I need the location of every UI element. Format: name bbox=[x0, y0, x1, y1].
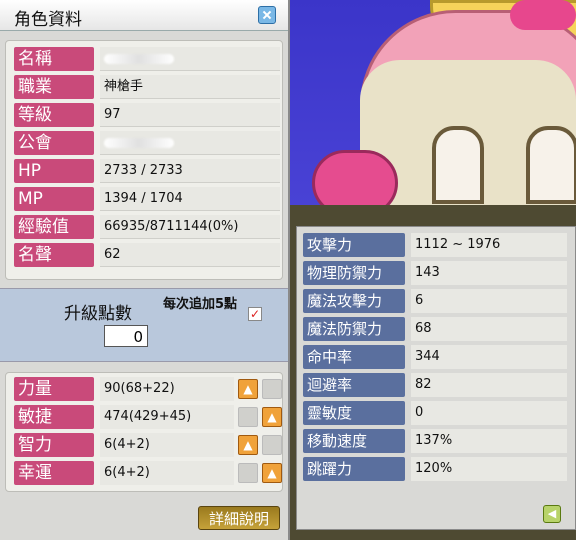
title-bar[interactable]: 角色資料 bbox=[0, 0, 288, 31]
detail-value: 6 bbox=[411, 289, 567, 313]
redacted-guild bbox=[104, 137, 174, 148]
int-up-button[interactable]: ▲ bbox=[238, 435, 258, 455]
detail-stats-window: 攻擊力 1112 ~ 1976 物理防禦力 143 魔法攻擊力 6 魔法防禦力 … bbox=[296, 226, 576, 530]
int-down-button[interactable] bbox=[262, 435, 282, 455]
info-label: 名稱 bbox=[14, 47, 94, 71]
auto-assign-checkbox[interactable]: ✓ bbox=[248, 307, 262, 321]
detail-button[interactable]: 詳細說明 bbox=[198, 506, 280, 530]
attr-label: 智力 bbox=[14, 433, 94, 457]
detail-value: 137% bbox=[411, 429, 567, 453]
detail-label: 物理防禦力 bbox=[303, 261, 405, 285]
info-value-guild bbox=[100, 131, 280, 155]
auto-assign-label: 每次追加5點 bbox=[162, 297, 238, 312]
detail-label: 攻擊力 bbox=[303, 233, 405, 257]
detail-label: 移動速度 bbox=[303, 429, 405, 453]
window-left bbox=[432, 126, 484, 204]
info-label: 名聲 bbox=[14, 243, 94, 267]
info-label: MP bbox=[14, 187, 94, 211]
window-right bbox=[526, 126, 576, 204]
detail-value: 120% bbox=[411, 457, 567, 481]
detail-label: 魔法攻擊力 bbox=[303, 289, 405, 313]
level-up-points-label: 升級點數 bbox=[64, 304, 132, 324]
dex-down-button[interactable] bbox=[238, 407, 258, 427]
luk-down-button[interactable] bbox=[238, 463, 258, 483]
info-value: 2733 / 2733 bbox=[100, 159, 280, 183]
attr-label: 力量 bbox=[14, 377, 94, 401]
attr-value: 474(429+45) bbox=[100, 405, 234, 429]
info-value: 62 bbox=[100, 243, 280, 267]
detail-value: 82 bbox=[411, 373, 567, 397]
detail-value: 0 bbox=[411, 401, 567, 425]
info-value: 97 bbox=[100, 103, 280, 127]
redacted-name bbox=[104, 53, 174, 64]
basic-info-group: 名稱 職業 神槍手 等級 97 公會 HP 2733 / 2733 MP 139… bbox=[5, 40, 283, 280]
info-label: 經驗值 bbox=[14, 215, 94, 239]
character-info-window: 角色資料 名稱 職業 神槍手 等級 97 公會 HP 2733 / 2733 M… bbox=[0, 0, 290, 540]
level-up-points-field: 0 bbox=[104, 325, 148, 347]
bow-decoration bbox=[510, 0, 576, 30]
dex-up-button[interactable]: ▲ bbox=[262, 407, 282, 427]
info-label: 公會 bbox=[14, 131, 94, 155]
detail-label: 命中率 bbox=[303, 345, 405, 369]
detail-label: 靈敏度 bbox=[303, 401, 405, 425]
info-value: 1394 / 1704 bbox=[100, 187, 280, 211]
detail-value: 68 bbox=[411, 317, 567, 341]
detail-value: 1112 ~ 1976 bbox=[411, 233, 567, 257]
detail-label: 迴避率 bbox=[303, 373, 405, 397]
info-label: HP bbox=[14, 159, 94, 183]
info-value: 神槍手 bbox=[100, 75, 280, 99]
attr-value: 90(68+22) bbox=[100, 377, 234, 401]
info-label: 等級 bbox=[14, 103, 94, 127]
detail-label: 魔法防禦力 bbox=[303, 317, 405, 341]
attr-value: 6(4+2) bbox=[100, 461, 234, 485]
str-up-button[interactable]: ▲ bbox=[238, 379, 258, 399]
attributes-group: 力量 90(68+22) ▲ 敏捷 474(429+45) ▲ 智力 6(4+2… bbox=[5, 372, 283, 492]
level-up-section: 升級點數 0 每次追加5點 ✓ bbox=[0, 288, 288, 362]
detail-value: 143 bbox=[411, 261, 567, 285]
attr-label: 敏捷 bbox=[14, 405, 94, 429]
info-label: 職業 bbox=[14, 75, 94, 99]
attr-value: 6(4+2) bbox=[100, 433, 234, 457]
info-value-name bbox=[100, 47, 280, 71]
back-arrow-button[interactable]: ◀ bbox=[543, 505, 561, 523]
window-title: 角色資料 bbox=[14, 10, 82, 30]
close-icon[interactable] bbox=[258, 6, 276, 24]
str-down-button[interactable] bbox=[262, 379, 282, 399]
detail-label: 跳躍力 bbox=[303, 457, 405, 481]
detail-value: 344 bbox=[411, 345, 567, 369]
info-value: 66935/8711144(0%) bbox=[100, 215, 280, 239]
luk-up-button[interactable]: ▲ bbox=[262, 463, 282, 483]
attr-label: 幸運 bbox=[14, 461, 94, 485]
